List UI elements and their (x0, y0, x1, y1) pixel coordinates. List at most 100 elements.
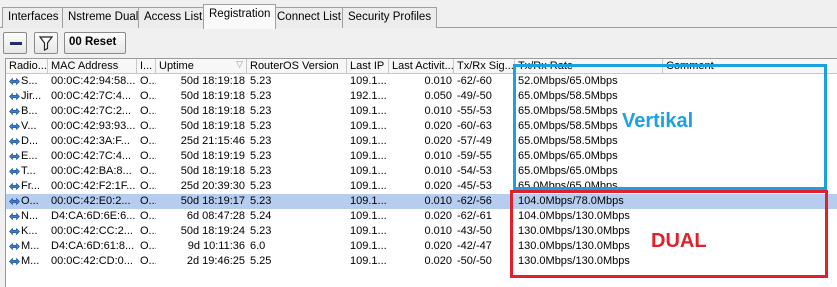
cell-uptime-text: 9d 10:11:36 (187, 240, 245, 252)
col-interface[interactable]: I... (137, 59, 156, 74)
col-last-ip[interactable]: Last IP (347, 59, 389, 74)
cell-txrx-signal: -62/-61 (454, 209, 515, 224)
cell-last-ip-text: 109.1... (350, 225, 387, 237)
cell-radio: S... (6, 74, 48, 89)
cell-last-ip-text: 109.1... (350, 120, 387, 132)
cell-routeros-version: 5.23 (247, 149, 347, 164)
cell-txrx-signal: -54/-53 (454, 164, 515, 179)
cell-mac-address-text: D4:CA:6D:6E:6... (51, 210, 136, 222)
cell-interface-text: O... (140, 75, 156, 87)
cell-routeros-version: 5.23 (247, 89, 347, 104)
cell-last-activity: 0.010 (389, 74, 454, 89)
cell-routeros-version: 5.23 (247, 104, 347, 119)
filter-button[interactable] (34, 32, 58, 54)
col-last-activity[interactable]: Last Activit... (389, 59, 454, 74)
cell-txrx-signal-text: -42/-47 (457, 240, 492, 252)
cell-interface: O... (137, 194, 156, 209)
cell-interface-text: O... (140, 135, 156, 147)
cell-radio: V... (6, 119, 48, 134)
cell-mac-address-text: 00:0C:42:94:58... (51, 75, 136, 87)
cell-interface: O... (137, 149, 156, 164)
radio-link-icon (9, 152, 20, 161)
cell-mac-address: D4:CA:6D:6E:6... (48, 209, 137, 224)
cell-mac-address: 00:0C:42:CC:2... (48, 224, 137, 239)
toolbar: 00 Reset (0, 29, 837, 57)
col-routeros-version[interactable]: RouterOS Version (247, 59, 347, 74)
radio-link-icon (9, 212, 20, 221)
col-uptime[interactable]: Uptime ▽ (156, 59, 247, 74)
cell-interface: O... (137, 209, 156, 224)
reset-counters-button[interactable]: 00 Reset (64, 32, 126, 54)
col-radio[interactable]: Radio... (6, 59, 48, 74)
cell-last-activity-text: 0.010 (424, 105, 452, 117)
cell-txrx-signal: -50/-50 (454, 254, 515, 269)
cell-routeros-version: 5.23 (247, 179, 347, 194)
cell-last-ip-text: 109.1... (350, 195, 387, 207)
col-mac-address[interactable]: MAC Address (48, 59, 137, 74)
cell-last-activity: 0.010 (389, 224, 454, 239)
cell-txrx-signal-text: -62/-56 (457, 195, 492, 207)
radio-link-icon (9, 242, 20, 251)
cell-interface-text: O... (140, 210, 156, 222)
cell-routeros-version: 5.23 (247, 119, 347, 134)
cell-txrx-signal-text: -62/-60 (457, 75, 492, 87)
remove-button[interactable] (3, 32, 27, 54)
cell-radio-text: S... (21, 75, 38, 87)
cell-uptime: 50d 18:19:24 (156, 224, 247, 239)
cell-txrx-signal: -62/-56 (454, 194, 515, 209)
cell-mac-address-text: 00:0C:42:3A:F... (51, 135, 130, 147)
cell-radio-text: N... (21, 210, 39, 222)
tab-interfaces[interactable]: Interfaces (2, 7, 65, 28)
cell-last-ip: 109.1... (347, 179, 389, 194)
cell-radio: D... (6, 134, 48, 149)
cell-uptime-text: 50d 18:19:18 (180, 120, 245, 132)
cell-interface: O... (137, 224, 156, 239)
cell-mac-address-text: 00:0C:42:CC:2... (51, 225, 133, 237)
cell-interface-text: O... (140, 255, 156, 267)
radio-link-icon (9, 137, 20, 146)
cell-txrx-signal: -59/-55 (454, 149, 515, 164)
cell-routeros-version-text: 5.24 (250, 210, 272, 222)
radio-link-icon (9, 107, 20, 116)
cell-txrx-signal: -60/-63 (454, 119, 515, 134)
tab-access-list[interactable]: Access List (138, 7, 209, 28)
cell-last-ip-text: 109.1... (350, 255, 387, 267)
cell-mac-address: D4:CA:6D:61:8... (48, 239, 137, 254)
sort-down-icon: ▽ (236, 59, 243, 69)
cell-last-activity-text: 0.010 (424, 195, 452, 207)
cell-uptime-text: 50d 18:19:19 (180, 150, 245, 162)
cell-mac-address-text: 00:0C:42:7C:4... (51, 150, 132, 162)
cell-mac-address: 00:0C:42:E0:2... (48, 194, 137, 209)
cell-uptime: 6d 08:47:28 (156, 209, 247, 224)
cell-mac-address-text: 00:0C:42:E0:2... (51, 195, 131, 207)
cell-last-activity-text: 0.050 (424, 90, 452, 102)
cell-last-activity-text: 0.020 (424, 180, 452, 192)
radio-link-icon (9, 92, 20, 101)
cell-mac-address: 00:0C:42:7C:2... (48, 104, 137, 119)
cell-last-ip: 109.1... (347, 224, 389, 239)
radio-link-icon (9, 182, 20, 191)
cell-txrx-signal: -43/-50 (454, 224, 515, 239)
cell-txrx-signal-text: -60/-63 (457, 120, 492, 132)
cell-uptime: 50d 18:19:18 (156, 164, 247, 179)
cell-txrx-signal: -55/-53 (454, 104, 515, 119)
cell-last-ip: 109.1... (347, 104, 389, 119)
cell-mac-address: 00:0C:42:7C:4... (48, 149, 137, 164)
cell-radio-text: E... (21, 150, 38, 162)
cell-last-ip-text: 109.1... (350, 150, 387, 162)
cell-mac-address: 00:0C:42:BA:8... (48, 164, 137, 179)
col-txrx-signal[interactable]: Tx/Rx Sig... (454, 59, 515, 74)
tab-registration[interactable]: Registration (203, 4, 277, 29)
cell-last-activity-text: 0.020 (424, 240, 452, 252)
cell-interface-text: O... (140, 120, 156, 132)
cell-interface-text: O... (140, 225, 156, 237)
cell-interface: O... (137, 104, 156, 119)
tab-security-profiles[interactable]: Security Profiles (342, 7, 438, 28)
cell-mac-address: 00:0C:42:93:93... (48, 119, 137, 134)
cell-radio-text: D... (21, 135, 39, 147)
tab-connect-list[interactable]: Connect List (271, 7, 347, 28)
cell-txrx-signal-text: -59/-55 (457, 150, 492, 162)
tab-nstreme-dual[interactable]: Nstreme Dual (62, 7, 145, 28)
cell-txrx-signal: -45/-53 (454, 179, 515, 194)
cell-routeros-version-text: 5.23 (250, 195, 272, 207)
